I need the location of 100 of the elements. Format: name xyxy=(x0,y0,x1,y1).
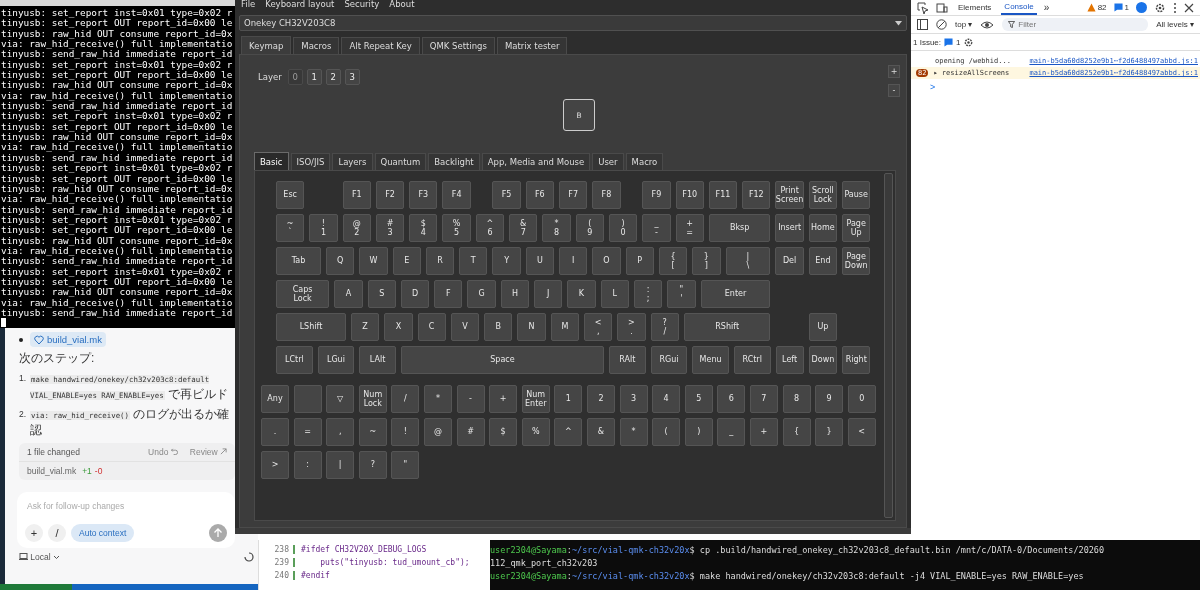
key[interactable]: { [ xyxy=(658,247,688,275)
tab[interactable]: App, Media and Mouse xyxy=(481,153,591,170)
layer-button[interactable]: 1 xyxy=(306,69,322,85)
levels-dropdown[interactable]: All levels ▾ xyxy=(1156,20,1194,29)
key[interactable]: D xyxy=(400,280,430,308)
key[interactable]: " ' xyxy=(667,280,696,308)
key[interactable]: E xyxy=(392,247,421,275)
key[interactable]: & xyxy=(586,418,615,446)
input-button[interactable]: + xyxy=(25,524,43,542)
key[interactable]: U xyxy=(525,247,554,275)
key[interactable]: Down xyxy=(808,346,838,374)
key[interactable]: } xyxy=(815,418,844,446)
key[interactable]: Y xyxy=(492,247,521,275)
key[interactable]: $ 4 xyxy=(409,214,438,242)
key[interactable]: _ xyxy=(717,418,746,446)
tab[interactable]: Elements xyxy=(955,1,995,14)
tab[interactable]: Console xyxy=(1001,0,1037,15)
key[interactable]: ? xyxy=(358,451,387,479)
key[interactable]: Bksp xyxy=(708,214,771,242)
key[interactable]: Insert xyxy=(775,214,804,242)
key[interactable]: < , xyxy=(584,313,613,341)
key[interactable]: Page Down xyxy=(842,247,871,275)
tab[interactable]: Layers xyxy=(332,153,373,170)
key[interactable]: 4 xyxy=(652,385,681,413)
key[interactable]: Any xyxy=(261,385,289,413)
key[interactable]: * 8 xyxy=(542,214,571,242)
key[interactable]: B xyxy=(484,313,513,341)
key[interactable]: F8 xyxy=(592,181,621,209)
key[interactable]: W xyxy=(359,247,388,275)
key[interactable]: & 7 xyxy=(509,214,538,242)
key[interactable]: : ; xyxy=(633,280,663,308)
message-count[interactable]: 1 xyxy=(1124,3,1129,12)
key[interactable]: . xyxy=(261,418,289,446)
layer-button[interactable]: 0 xyxy=(287,69,303,85)
key[interactable]: ) xyxy=(684,418,713,446)
device-dropdown[interactable]: Onekey CH32V203C8 xyxy=(239,15,907,31)
key[interactable]: " xyxy=(391,451,420,479)
menu-item[interactable]: Security xyxy=(344,0,380,9)
key[interactable]: | \ xyxy=(725,247,771,275)
eye-icon[interactable] xyxy=(980,19,995,30)
key[interactable]: Home xyxy=(808,214,838,242)
auto-context-button[interactable]: Auto context xyxy=(71,524,135,542)
layer-button[interactable]: 3 xyxy=(344,69,360,85)
tab[interactable]: Alt Repeat Key xyxy=(341,37,420,54)
message-field[interactable]: Ask for follow-up changes xyxy=(25,500,227,512)
key[interactable]: F xyxy=(434,280,463,308)
key[interactable]: * xyxy=(423,385,452,413)
key[interactable]: F1 xyxy=(342,181,371,209)
key[interactable]: J xyxy=(534,280,563,308)
key[interactable]: A xyxy=(334,280,363,308)
key[interactable]: ! xyxy=(391,418,420,446)
key[interactable]: V xyxy=(450,313,480,341)
menu-item[interactable]: File xyxy=(241,0,256,9)
key[interactable]: 5 xyxy=(684,385,713,413)
key[interactable]: LShift xyxy=(276,313,346,341)
key[interactable]: 7 xyxy=(749,385,778,413)
key[interactable]: O xyxy=(592,247,621,275)
key[interactable]: < xyxy=(847,418,876,446)
clear-icon[interactable] xyxy=(936,19,947,30)
key[interactable]: Left xyxy=(775,346,804,374)
key[interactable]: G xyxy=(467,280,496,308)
zoom-button[interactable]: - xyxy=(888,84,900,97)
key[interactable]: C xyxy=(417,313,446,341)
key[interactable]: F3 xyxy=(409,181,438,209)
menu-icon[interactable] xyxy=(1173,1,1177,14)
key[interactable]: @ xyxy=(423,418,452,446)
close-icon[interactable] xyxy=(1184,2,1194,13)
warning-count[interactable]: 82 xyxy=(1097,3,1107,12)
mode-selector[interactable]: Local xyxy=(19,552,61,562)
key[interactable]: 6 xyxy=(717,385,746,413)
key[interactable]: 3 xyxy=(619,385,648,413)
key[interactable]: ! 1 xyxy=(309,214,338,242)
tab[interactable]: Macro xyxy=(625,153,664,170)
key[interactable]: K xyxy=(567,280,596,308)
key[interactable]: L xyxy=(600,280,629,308)
key[interactable]: F5 xyxy=(492,181,521,209)
context-dropdown[interactable]: top ▾ xyxy=(955,20,973,29)
key[interactable]: LCtrl xyxy=(276,346,313,374)
key[interactable]: End xyxy=(808,247,838,275)
console-prompt[interactable]: > xyxy=(911,79,1200,95)
settings-icon[interactable] xyxy=(963,36,975,48)
more-tabs-button[interactable]: » xyxy=(1043,2,1050,13)
key[interactable]: ( 9 xyxy=(575,214,604,242)
menu-item[interactable]: Keyboard layout xyxy=(265,0,335,9)
key[interactable]: % 5 xyxy=(442,214,471,242)
key[interactable]: LAlt xyxy=(359,346,396,374)
key[interactable]: Up xyxy=(808,313,838,341)
tab[interactable]: QMK Settings xyxy=(421,37,495,54)
key[interactable]: Caps Lock xyxy=(276,280,330,308)
key[interactable]: F9 xyxy=(642,181,671,209)
key[interactable]: F2 xyxy=(375,181,405,209)
key[interactable]: > xyxy=(261,451,289,479)
zoom-button[interactable]: + xyxy=(888,65,900,78)
device-toolbar-icon[interactable] xyxy=(936,1,948,14)
key[interactable]: { xyxy=(782,418,811,446)
issues-label[interactable]: 1 Issue: xyxy=(913,37,941,47)
input-button[interactable]: / xyxy=(48,524,66,542)
key[interactable]: RCtrl xyxy=(733,346,771,374)
key[interactable]: 8 xyxy=(782,385,811,413)
file-chip[interactable]: build_vial.mk xyxy=(30,332,106,347)
